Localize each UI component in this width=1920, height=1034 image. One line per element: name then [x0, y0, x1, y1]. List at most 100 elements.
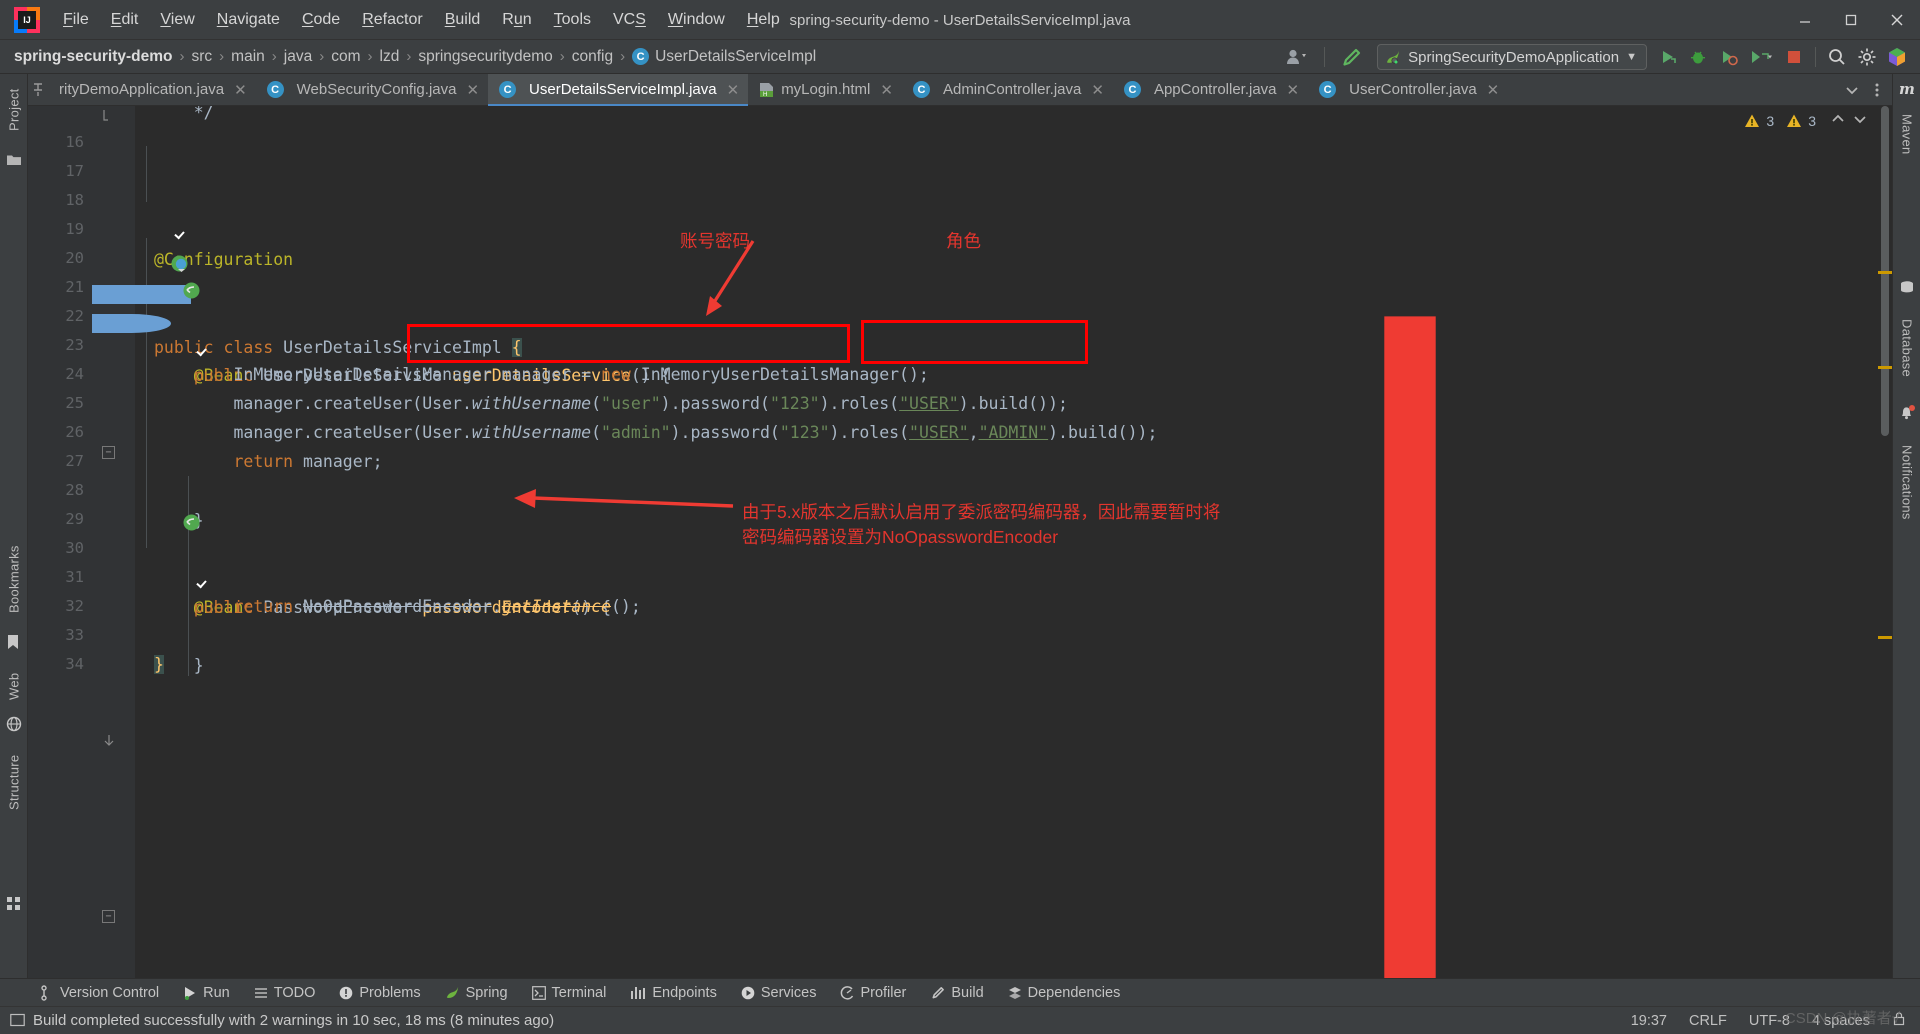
user-icon[interactable] — [1276, 43, 1318, 71]
menu-item-run[interactable]: Run — [491, 8, 542, 32]
close-icon[interactable]: ✕ — [880, 81, 893, 99]
close-button[interactable] — [1874, 0, 1920, 40]
sidebar-item-notifications[interactable]: Notifications — [1893, 426, 1920, 538]
code-text: } — [154, 655, 164, 675]
breadcrumb-item-java[interactable]: java — [284, 48, 312, 66]
problems-icon — [340, 986, 353, 999]
bell-icon[interactable] — [1898, 404, 1916, 420]
bean-navigate-gutter-icon[interactable] — [84, 249, 200, 299]
next-problem-icon[interactable] — [1852, 111, 1868, 130]
stop-button[interactable] — [1779, 43, 1809, 71]
menu-item-vcs[interactable]: VCS — [602, 8, 657, 32]
breadcrumb[interactable]: spring-security-demo › src › main › java… — [0, 48, 816, 66]
close-icon[interactable]: ✕ — [1487, 81, 1500, 99]
more-options-icon[interactable] — [1866, 76, 1888, 104]
code-editor[interactable]: 3 3 16 */ 17 18 @Configuration 19 public… — [28, 106, 1892, 978]
coverage-button[interactable] — [1713, 43, 1743, 71]
tool-window-profiler[interactable]: Profiler — [828, 979, 918, 1007]
tool-window-services[interactable]: Services — [729, 979, 829, 1007]
todo-icon — [254, 987, 267, 998]
breadcrumb-item-com[interactable]: com — [331, 48, 360, 66]
close-icon[interactable]: ✕ — [234, 81, 247, 99]
console-icon[interactable] — [10, 1013, 25, 1028]
tool-window-run[interactable]: Run — [171, 979, 242, 1007]
maximize-button[interactable] — [1828, 0, 1874, 40]
pin-icon[interactable] — [28, 74, 48, 105]
close-icon[interactable]: ✕ — [1287, 81, 1300, 99]
editor-tab-3[interactable]: H myLogin.html ✕ — [748, 74, 902, 105]
fold-marker-collapse[interactable]: − — [102, 910, 115, 923]
debug-button[interactable] — [1683, 43, 1713, 71]
database-icon[interactable] — [1899, 280, 1915, 296]
hammer-icon[interactable] — [1331, 43, 1371, 71]
editor-tab-1[interactable]: C WebSecurityConfig.java ✕ — [256, 74, 488, 105]
tool-window-todo[interactable]: TODO — [242, 979, 328, 1007]
status-message[interactable]: Build completed successfully with 2 warn… — [33, 1012, 554, 1029]
close-icon[interactable]: ✕ — [466, 81, 479, 99]
prev-problem-icon[interactable] — [1830, 111, 1846, 130]
app-grid-icon[interactable] — [6, 896, 22, 912]
tool-window-version-control[interactable]: Version Control — [28, 979, 171, 1007]
tool-window-problems[interactable]: Problems — [327, 979, 432, 1007]
menu-item-file[interactable]: FFileile — [52, 8, 100, 32]
editor-tab-2-active[interactable]: C UserDetailsServiceImpl.java ✕ — [488, 74, 749, 106]
gear-icon[interactable] — [1852, 43, 1882, 71]
warning-triangle-icon — [1745, 114, 1760, 127]
fold-marker-end[interactable] — [102, 734, 115, 748]
breadcrumb-item-project[interactable]: spring-security-demo — [14, 48, 172, 66]
editor-tab-4[interactable]: C AdminController.java ✕ — [902, 74, 1113, 105]
editor-tab-5[interactable]: C AppController.java ✕ — [1113, 74, 1308, 105]
menu-item-code[interactable]: Code — [291, 8, 351, 32]
menu-item-build[interactable]: Build — [434, 8, 492, 32]
menu-item-tools[interactable]: Tools — [543, 8, 602, 32]
globe-icon[interactable] — [6, 716, 22, 732]
editor-tab-6[interactable]: C UserController.java ✕ — [1308, 74, 1508, 105]
close-icon[interactable]: ✕ — [727, 81, 740, 99]
run-configuration-selector[interactable]: SpringSecurityDemoApplication ▼ — [1377, 44, 1647, 70]
breadcrumb-item-config[interactable]: config — [572, 48, 613, 66]
tab-label: myLogin.html — [781, 81, 871, 98]
minimize-button[interactable] — [1782, 0, 1828, 40]
sidebar-item-web[interactable]: Web — [0, 664, 28, 708]
chevron-down-icon[interactable] — [1840, 76, 1864, 104]
editor-tab-0[interactable]: rityDemoApplication.java ✕ — [48, 74, 256, 105]
tool-window-spring[interactable]: Spring — [433, 979, 520, 1007]
chevron-down-icon[interactable]: ▼ — [1626, 51, 1637, 63]
menu-item-navigate[interactable]: Navigate — [206, 8, 291, 32]
sidebar-item-bookmarks[interactable]: Bookmarks — [0, 534, 28, 624]
folder-icon[interactable] — [6, 152, 22, 168]
menu-bar[interactable]: FFileile Edit View Navigate Code Refacto… — [52, 8, 791, 32]
sidebar-item-project[interactable]: Project — [0, 78, 28, 142]
tab-label: UserDetailsServiceImpl.java — [529, 81, 717, 98]
breadcrumb-item-lzd[interactable]: lzd — [380, 48, 400, 66]
bookmark-icon[interactable] — [6, 634, 22, 650]
menu-item-edit[interactable]: Edit — [100, 8, 150, 32]
bean-navigate-gutter-icon[interactable] — [84, 481, 200, 531]
tool-window-endpoints[interactable]: Endpoints — [618, 979, 729, 1007]
menu-item-view[interactable]: View — [149, 8, 205, 32]
tool-window-dependencies[interactable]: Dependencies — [996, 979, 1133, 1007]
label: Terminal — [551, 984, 607, 1001]
more-run-button[interactable] — [1743, 43, 1779, 71]
breadcrumb-item-src[interactable]: src — [191, 48, 212, 66]
status-line-separator[interactable]: CRLF — [1689, 1013, 1727, 1029]
close-icon[interactable]: ✕ — [1091, 81, 1104, 99]
run-button[interactable] — [1653, 43, 1683, 71]
menu-item-help[interactable]: Help — [736, 8, 791, 32]
plugin-icon[interactable] — [1882, 43, 1912, 71]
search-icon[interactable] — [1822, 43, 1852, 71]
sidebar-item-database[interactable]: Database — [1893, 302, 1920, 394]
fold-marker[interactable] — [102, 108, 115, 121]
inspection-widget[interactable]: 3 3 — [1744, 111, 1868, 130]
sidebar-item-maven[interactable]: Maven — [1893, 102, 1920, 166]
maven-icon[interactable]: m — [1899, 80, 1915, 98]
breadcrumb-item-file[interactable]: UserDetailsServiceImpl — [655, 48, 816, 66]
tool-window-build[interactable]: Build — [918, 979, 995, 1007]
breadcrumb-item-springsecuritydemo[interactable]: springsecuritydemo — [418, 48, 552, 66]
breadcrumb-item-main[interactable]: main — [231, 48, 265, 66]
sidebar-item-structure[interactable]: Structure — [0, 746, 28, 818]
menu-item-window[interactable]: Window — [657, 8, 736, 32]
status-encoding[interactable]: UTF-8 — [1749, 1013, 1790, 1029]
tool-window-terminal[interactable]: Terminal — [520, 979, 619, 1007]
menu-item-refactor[interactable]: Refactor — [351, 8, 433, 32]
